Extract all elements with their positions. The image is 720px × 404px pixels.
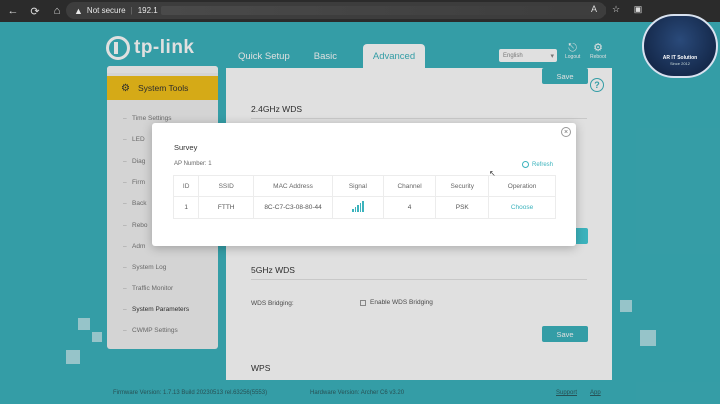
browser-toolbar: ← ⟳ ⌂ ▲ Not secure | 192.1 A ☆ ▣ [0, 0, 720, 22]
column-header: Channel [382, 175, 437, 197]
cell-mac: 8C-C7-C3-08-80-44 [253, 196, 334, 219]
mouse-cursor-icon: ↖ [489, 169, 496, 178]
channel-logo: AR IT Solution Since 2012 [642, 14, 718, 78]
signal-bar [357, 204, 359, 212]
extensions-icon[interactable]: ▣ [632, 4, 644, 15]
choose-link[interactable]: Choose [488, 196, 556, 219]
table-row: 1 FTTH 8C-C7-C3-08-80-44 4 PSK Choose [172, 196, 556, 219]
column-header: Security [435, 175, 490, 197]
column-header: MAC Address [253, 175, 334, 197]
security-label: Not secure [86, 6, 126, 15]
home-icon[interactable]: ⌂ [48, 2, 66, 20]
survey-dialog: × Survey AP Number: 1 Refresh ID SSID MA… [152, 123, 576, 246]
cell-channel: 4 [382, 196, 437, 219]
cell-id: 1 [172, 196, 200, 219]
star-icon[interactable]: ☆ [610, 4, 622, 15]
warning-icon: ▲ [74, 5, 83, 16]
signal-bar [359, 203, 362, 212]
address-bar[interactable]: ▲ Not secure | 192.1 [66, 2, 606, 19]
blurred-url [160, 6, 606, 15]
column-header: ID [172, 175, 200, 197]
signal-bar [362, 201, 364, 212]
cell-security: PSK [435, 196, 490, 219]
dialog-title: Survey [174, 143, 198, 152]
survey-table: ID SSID MAC Address Signal Channel Secur… [172, 175, 556, 219]
translate-icon[interactable]: A [588, 4, 600, 15]
signal-strength-icon [351, 201, 364, 212]
signal-bar [351, 208, 354, 212]
column-header: Operation [488, 175, 556, 197]
cell-signal [332, 196, 384, 219]
url-text: 192.1 [137, 6, 158, 15]
refresh-button[interactable]: Refresh [522, 161, 553, 168]
cell-ssid: FTTH [198, 196, 255, 219]
column-header: Signal [332, 175, 384, 197]
signal-bar [354, 206, 357, 212]
ap-number: AP Number: 1 [174, 161, 212, 167]
column-header: SSID [198, 175, 255, 197]
refresh-icon [522, 161, 529, 168]
close-icon[interactable]: × [561, 127, 571, 137]
back-arrow-icon[interactable]: ← [4, 2, 22, 20]
save-button-24ghz-partial[interactable] [576, 228, 588, 244]
reload-icon[interactable]: ⟳ [26, 2, 44, 20]
